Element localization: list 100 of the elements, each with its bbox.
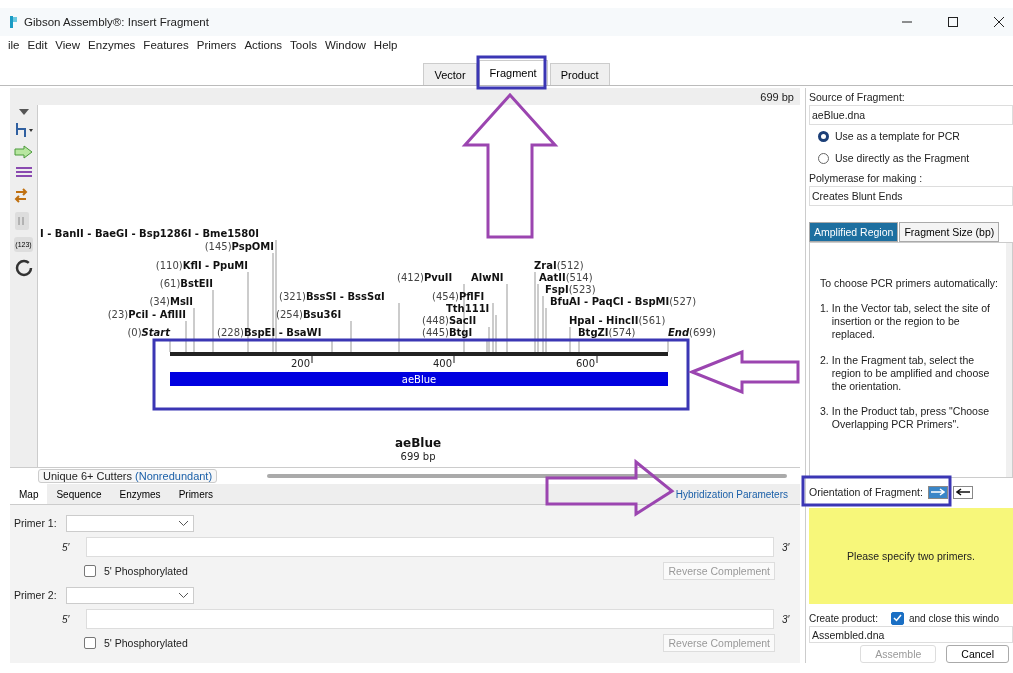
primer-label: Primer 1: <box>14 517 58 529</box>
map-title: aeBlue <box>394 436 442 450</box>
source-dropdown[interactable]: aeBlue.dna <box>809 105 1013 125</box>
message-box: Please specify two primers. <box>809 508 1013 604</box>
leader-line <box>569 326 571 353</box>
chevron-icon <box>179 520 188 526</box>
step-number: 3. <box>820 404 829 419</box>
scrollbar[interactable] <box>267 474 788 478</box>
enzyme-label[interactable]: (228)BspEI - BsaWI <box>217 327 322 338</box>
enzyme-label[interactable]: Tth111I <box>446 303 490 314</box>
enzyme-label[interactable]: (145)PspOMI <box>204 241 274 252</box>
enzyme-label[interactable]: BtgZI(574) <box>578 327 636 338</box>
checkbox-label: 5' Phosphorylated <box>104 637 188 649</box>
enzyme-label[interactable]: (61)BstEII <box>159 278 213 289</box>
enzyme-label[interactable]: (448)SacII <box>422 315 477 326</box>
enzyme-label[interactable]: (110)KflI - PpuMI <box>155 260 248 271</box>
checkbox[interactable] <box>890 611 904 625</box>
menu-item[interactable]: Actions <box>244 39 283 51</box>
tab[interactable]: Vector <box>423 63 477 85</box>
enzyme-label[interactable]: (412)PvuII <box>397 272 453 283</box>
ruler-tick: 400 <box>432 355 455 369</box>
enzyme-label[interactable]: (34)MslI <box>149 296 193 307</box>
enzyme-label[interactable]: HpaI - HincII(561) <box>569 315 666 326</box>
menu-item[interactable]: Features <box>143 39 189 51</box>
enzyme-label[interactable]: ZraI(512) <box>534 260 584 271</box>
leader-line <box>463 283 465 353</box>
enzyme-label[interactable]: (23)PciI - AflIII <box>107 309 186 320</box>
menu-item[interactable]: Edit <box>27 39 48 51</box>
sequence-length: 699 bp <box>760 90 794 103</box>
tab[interactable]: Product <box>549 63 610 85</box>
orientation-button[interactable] <box>952 485 973 499</box>
enzyme-label[interactable]: (254)Bsu36I <box>276 309 342 320</box>
leader-line <box>398 302 400 353</box>
primer-label: Primer 2: <box>14 589 58 601</box>
field-label: Polymerase for making : <box>809 172 924 184</box>
enzyme-label[interactable]: (445)BtgI <box>422 327 473 338</box>
tab[interactable]: Enzymes <box>110 484 170 504</box>
product-name-field[interactable]: Assembled.dna <box>809 626 1013 643</box>
step-text: In the Product tab, press "Choose Overlapping PCR Primers". <box>831 404 990 432</box>
step-number: 1. <box>820 302 829 317</box>
map-subtitle: 699 bp <box>400 451 436 462</box>
cursor-icon[interactable] <box>13 121 34 139</box>
arrow-left-icon <box>955 488 970 496</box>
step-text: In the Fragment tab, select the region to be amplified and choose the orientation. <box>831 353 991 393</box>
sequence-field[interactable] <box>86 609 774 629</box>
radio-button[interactable] <box>818 130 829 142</box>
enzyme-label[interactable]: End(699) <box>668 327 716 338</box>
five-prime-label: 5′ <box>62 541 71 553</box>
tab[interactable]: Amplified Region <box>809 222 899 242</box>
field-label: Source of Fragment: <box>809 91 906 103</box>
radio-label: Use as a template for PCR <box>835 130 960 142</box>
ruler-tick: 600 <box>575 355 598 369</box>
leader-line <box>506 283 508 353</box>
checkbox[interactable] <box>84 637 96 649</box>
checkbox[interactable] <box>84 565 96 577</box>
leader-line <box>212 289 214 353</box>
scrollbar[interactable] <box>1006 243 1012 477</box>
circular-map-icon[interactable] <box>13 258 34 278</box>
chevron-icon <box>179 592 188 598</box>
close-icon[interactable] <box>993 16 1005 28</box>
enzyme-label[interactable]: AatII(514) <box>539 272 593 283</box>
tab[interactable]: Primers <box>169 484 223 504</box>
highlight-frame <box>476 55 547 90</box>
tab[interactable]: Fragment <box>478 60 548 85</box>
leader-line <box>185 320 187 353</box>
dropdown-icon[interactable] <box>18 109 29 115</box>
checkbox-label: 5' Phosphorylated <box>104 565 188 577</box>
arrow-right-icon[interactable] <box>13 145 34 159</box>
arrow-right-icon <box>930 488 945 496</box>
hybridization-link[interactable]: Hybridization Parameters <box>675 488 788 500</box>
enzyme-label[interactable]: (321)BssSI - BssSαI <box>279 291 385 302</box>
enzyme-label[interactable]: AlwNI <box>471 272 504 283</box>
enzyme-label[interactable]: FspI(523) <box>545 284 596 295</box>
radio-label: Use directly as the Fragment <box>835 152 970 164</box>
polymerase-dropdown[interactable]: Creates Blunt Ends <box>809 186 1013 206</box>
cutters-label[interactable]: Unique 6+ Cutters (Nonredundant) <box>38 469 218 483</box>
tab[interactable]: Map <box>10 484 48 504</box>
window-title: Gibson Assembly®: Insert Fragment <box>24 16 209 28</box>
cancel-button[interactable]: Cancel <box>946 645 1009 663</box>
menu-item[interactable]: Primers <box>196 39 237 51</box>
menu-item[interactable]: Tools <box>290 39 317 51</box>
five-prime-label: 5′ <box>62 613 71 625</box>
menu-item[interactable]: View <box>55 39 81 51</box>
menu-item[interactable]: Help <box>373 39 398 51</box>
enzyme-label[interactable]: I - BanII - BaeGI - Bsp1286I - Bme1580I <box>40 228 259 239</box>
field-label: Create product: <box>809 612 878 624</box>
menu-item[interactable]: ile <box>8 39 20 51</box>
enzyme-label[interactable]: BfuAI - PaqCI - BspMI(527) <box>550 296 697 307</box>
tab[interactable]: Fragment Size (bp) <box>899 222 1000 242</box>
sequence-field[interactable] <box>86 537 774 557</box>
checkbox-label: and close this windo <box>908 612 999 624</box>
tab[interactable]: Sequence <box>47 484 111 504</box>
enzyme-label[interactable]: (454)PflFI <box>432 291 485 302</box>
three-prime-label: 3′ <box>782 541 791 553</box>
menu-item[interactable]: Enzymes <box>88 39 136 51</box>
menu-item[interactable]: Window <box>324 39 366 51</box>
enzyme-label[interactable]: (0)Start <box>127 327 170 338</box>
maximize-icon[interactable] <box>947 16 959 28</box>
leader-line <box>193 307 195 353</box>
ruler-tick: 200 <box>290 355 313 369</box>
